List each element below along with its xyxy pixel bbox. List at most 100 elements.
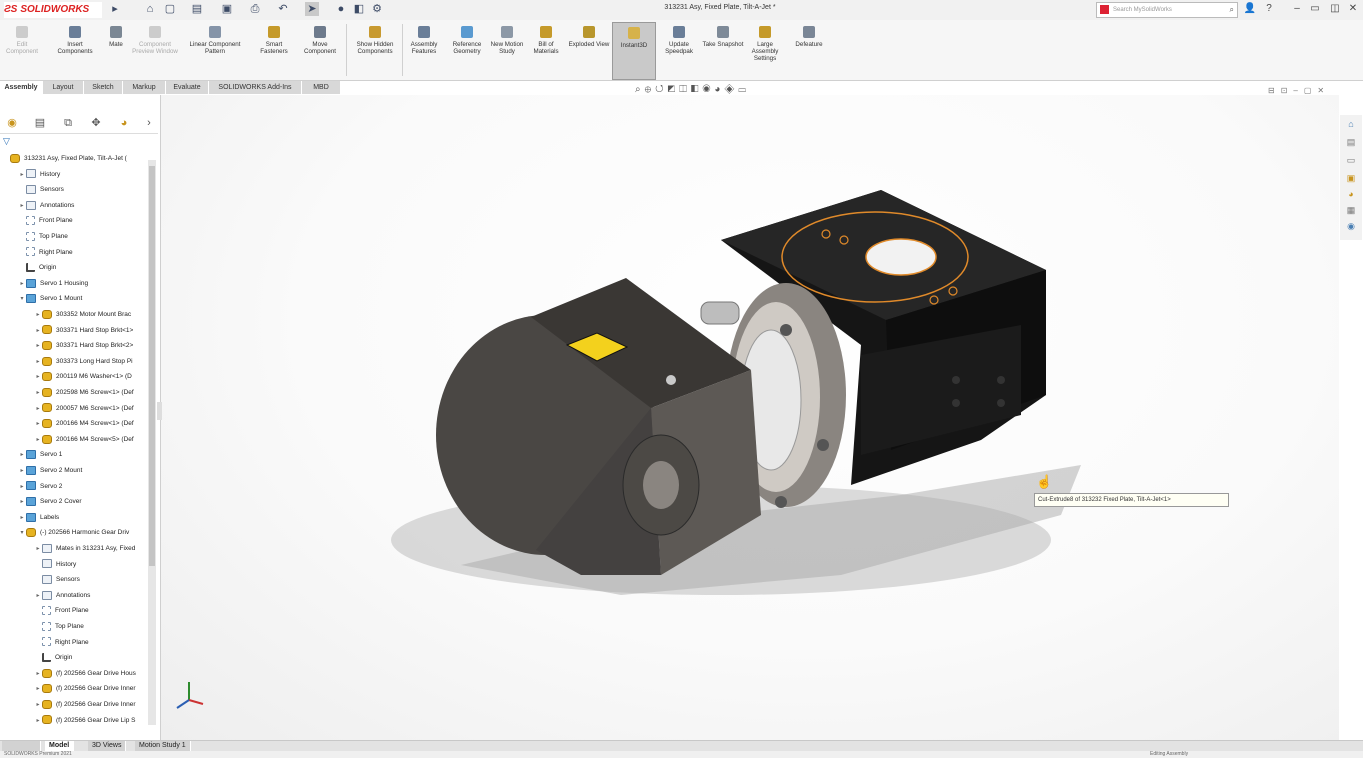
solidworks-logo[interactable]: ƧS SOLIDWORKS bbox=[4, 2, 102, 18]
tree-item[interactable]: Top Plane bbox=[0, 619, 150, 634]
configurationmanager-tab-icon[interactable]: ⧉ bbox=[58, 115, 78, 131]
tree-item[interactable]: ▸ Servo 1 bbox=[0, 447, 150, 462]
file-explorer-icon[interactable]: ▭ bbox=[1344, 154, 1358, 167]
graphics-area[interactable] bbox=[161, 95, 1339, 740]
chevron-right-icon[interactable]: › bbox=[139, 115, 159, 131]
chevron-down-icon[interactable]: ▾ bbox=[18, 292, 26, 306]
chevron-right-icon[interactable]: ▸ bbox=[34, 324, 42, 338]
tab-mbd[interactable]: MBD bbox=[302, 81, 341, 94]
update-speedpak-button[interactable]: Update Speedpak bbox=[658, 22, 700, 78]
tree-item[interactable]: ▸ (f) 202566 Gear Drive Inner bbox=[0, 681, 150, 696]
chevron-right-icon[interactable]: ▸ bbox=[34, 667, 42, 681]
tree-item[interactable]: ▸ Servo 2 bbox=[0, 479, 150, 494]
exploded-view-button[interactable]: Exploded View bbox=[568, 22, 610, 78]
undo-icon[interactable]: ↶ bbox=[276, 2, 290, 16]
hide-show-items-icon[interactable]: ◉ bbox=[702, 84, 714, 95]
assembly-model[interactable] bbox=[161, 95, 1339, 740]
select-icon[interactable]: ➤ bbox=[305, 2, 319, 16]
scroll-tabs-button[interactable] bbox=[2, 741, 41, 751]
tree-item[interactable]: ▸ Annotations bbox=[0, 588, 150, 603]
tree-item[interactable]: ▸ (f) 202566 Gear Drive Hous bbox=[0, 666, 150, 681]
large-assembly-settings-button[interactable]: Large Assembly Settings bbox=[744, 22, 786, 78]
assembly-features-button[interactable]: Assembly Features bbox=[404, 22, 444, 78]
filter-icon[interactable]: ▽ bbox=[3, 136, 10, 147]
propertymanager-tab-icon[interactable]: ▤ bbox=[30, 115, 50, 131]
tree-item[interactable]: ▸ Servo 2 Mount bbox=[0, 463, 150, 478]
tree-item[interactable]: ▸ 200166 M4 Screw<5> (Def bbox=[0, 432, 150, 447]
bill-of-materials-button[interactable]: Bill of Materials bbox=[526, 22, 566, 78]
edit-appearance-icon[interactable]: ◕ bbox=[714, 84, 724, 95]
tree-item[interactable]: ▾ (-) 202566 Harmonic Gear Driv bbox=[0, 525, 150, 540]
chevron-right-icon[interactable]: ▸ bbox=[18, 464, 26, 478]
instant3d-button[interactable]: Instant3D bbox=[612, 22, 656, 80]
view-orientation-icon[interactable]: ◫ bbox=[679, 84, 691, 95]
apply-scene-icon[interactable]: ◈ bbox=[724, 84, 738, 95]
panel-collapse-handle[interactable] bbox=[157, 402, 162, 420]
solidworks-resources-icon[interactable]: ⌂ bbox=[1344, 118, 1358, 131]
tab-layout[interactable]: Layout bbox=[43, 81, 84, 94]
tree-item[interactable]: Right Plane bbox=[0, 245, 150, 260]
options-icon[interactable]: ⚙ bbox=[370, 2, 384, 16]
design-library-icon[interactable]: ▤ bbox=[1344, 136, 1358, 149]
component-preview-window-button[interactable]: Component Preview Window bbox=[130, 22, 180, 78]
tab-markup[interactable]: Markup bbox=[123, 81, 166, 94]
previous-view-icon[interactable]: ↺ bbox=[655, 84, 667, 95]
dimxpert-tab-icon[interactable]: ✥ bbox=[86, 115, 106, 131]
chevron-right-icon[interactable]: ▸ bbox=[34, 714, 42, 728]
tree-item[interactable]: ▸ Labels bbox=[0, 510, 150, 525]
tree-item[interactable]: ▸ Annotations bbox=[0, 198, 150, 213]
tree-item[interactable]: 313231 Asy, Fixed Plate, Tilt-A-Jet ( bbox=[0, 151, 150, 166]
tree-item[interactable]: ▸ Mates in 313231 Asy, Fixed bbox=[0, 541, 150, 556]
view-palette-icon[interactable]: ▣ bbox=[1344, 172, 1358, 185]
tree-item[interactable]: ▸ (f) 202566 Gear Drive Inner bbox=[0, 697, 150, 712]
tree-item[interactable]: ▸ 303371 Hard Stop Brkt<2> bbox=[0, 338, 150, 353]
chevron-right-icon[interactable]: ▸ bbox=[18, 448, 26, 462]
chevron-right-icon[interactable]: ▸ bbox=[18, 277, 26, 291]
tree-item[interactable]: ▸ (f) 202566 Gear Drive Lip S bbox=[0, 713, 150, 728]
chevron-right-icon[interactable]: ▸ bbox=[34, 417, 42, 431]
tree-item[interactable]: Front Plane bbox=[0, 213, 150, 228]
tab-evaluate[interactable]: Evaluate bbox=[166, 81, 209, 94]
chevron-right-icon[interactable]: ▸ bbox=[18, 511, 26, 525]
move-component-button[interactable]: Move Component bbox=[298, 22, 342, 78]
tab-solidworks-add-ins[interactable]: SOLIDWORKS Add-Ins bbox=[209, 81, 302, 94]
tree-item[interactable]: Sensors bbox=[0, 572, 150, 587]
tab-sketch[interactable]: Sketch bbox=[84, 81, 123, 94]
tab-3d-views[interactable]: 3D Views bbox=[88, 741, 127, 751]
search-icon[interactable]: ⌕ bbox=[1230, 3, 1234, 17]
chevron-down-icon[interactable]: ▾ bbox=[18, 526, 26, 540]
tree-item[interactable]: ▸ 200057 M6 Screw<1> (Def bbox=[0, 401, 150, 416]
mate-button[interactable]: Mate bbox=[102, 22, 130, 78]
tree-item[interactable]: ▸ History bbox=[0, 167, 150, 182]
chevron-right-icon[interactable]: ▸ bbox=[34, 542, 42, 556]
tree-item[interactable]: ▸ 200166 M4 Screw<1> (Def bbox=[0, 416, 150, 431]
tree-item[interactable]: Front Plane bbox=[0, 603, 150, 618]
edit-component-button[interactable]: Edit Component bbox=[2, 22, 42, 78]
section-view-icon[interactable]: ◩ bbox=[668, 84, 680, 95]
file-properties-icon[interactable]: ◧ bbox=[352, 2, 366, 16]
chevron-right-icon[interactable]: ▸ bbox=[34, 402, 42, 416]
view-settings-icon[interactable]: ▭ bbox=[738, 84, 750, 95]
save-icon[interactable]: ▣ bbox=[220, 2, 234, 16]
tree-item[interactable]: ▸ Servo 1 Housing bbox=[0, 276, 150, 291]
user-icon[interactable]: 👤 bbox=[1243, 2, 1257, 16]
chevron-right-icon[interactable]: ▸ bbox=[34, 308, 42, 322]
appearances-icon[interactable]: ◕ bbox=[1344, 188, 1358, 201]
maximize-icon[interactable]: ◫ bbox=[1328, 2, 1342, 16]
take-snapshot-button[interactable]: Take Snapshot bbox=[702, 22, 744, 78]
tree-item[interactable]: ▸ Servo 2 Cover bbox=[0, 494, 150, 509]
chevron-right-icon[interactable]: ▸ bbox=[34, 355, 42, 369]
insert-components-button[interactable]: Insert Components bbox=[50, 22, 100, 78]
display-manager-tab-icon[interactable]: ◕ bbox=[114, 115, 134, 131]
chevron-right-icon[interactable]: ▸ bbox=[18, 495, 26, 509]
open-icon[interactable]: ▤ bbox=[190, 2, 204, 16]
show-hidden-components-button[interactable]: Show Hidden Components bbox=[350, 22, 400, 78]
custom-properties-icon[interactable]: ▦ bbox=[1344, 204, 1358, 217]
chevron-right-icon[interactable]: ▸ bbox=[34, 339, 42, 353]
tree-item[interactable]: History bbox=[0, 557, 150, 572]
chevron-right-icon[interactable]: ▸ bbox=[34, 589, 42, 603]
close-icon[interactable]: ✕ bbox=[1346, 2, 1360, 16]
reference-geometry-button[interactable]: Reference Geometry bbox=[446, 22, 488, 78]
menu-expand-icon[interactable]: ▸ bbox=[108, 2, 122, 16]
chevron-right-icon[interactable]: ▸ bbox=[34, 698, 42, 712]
